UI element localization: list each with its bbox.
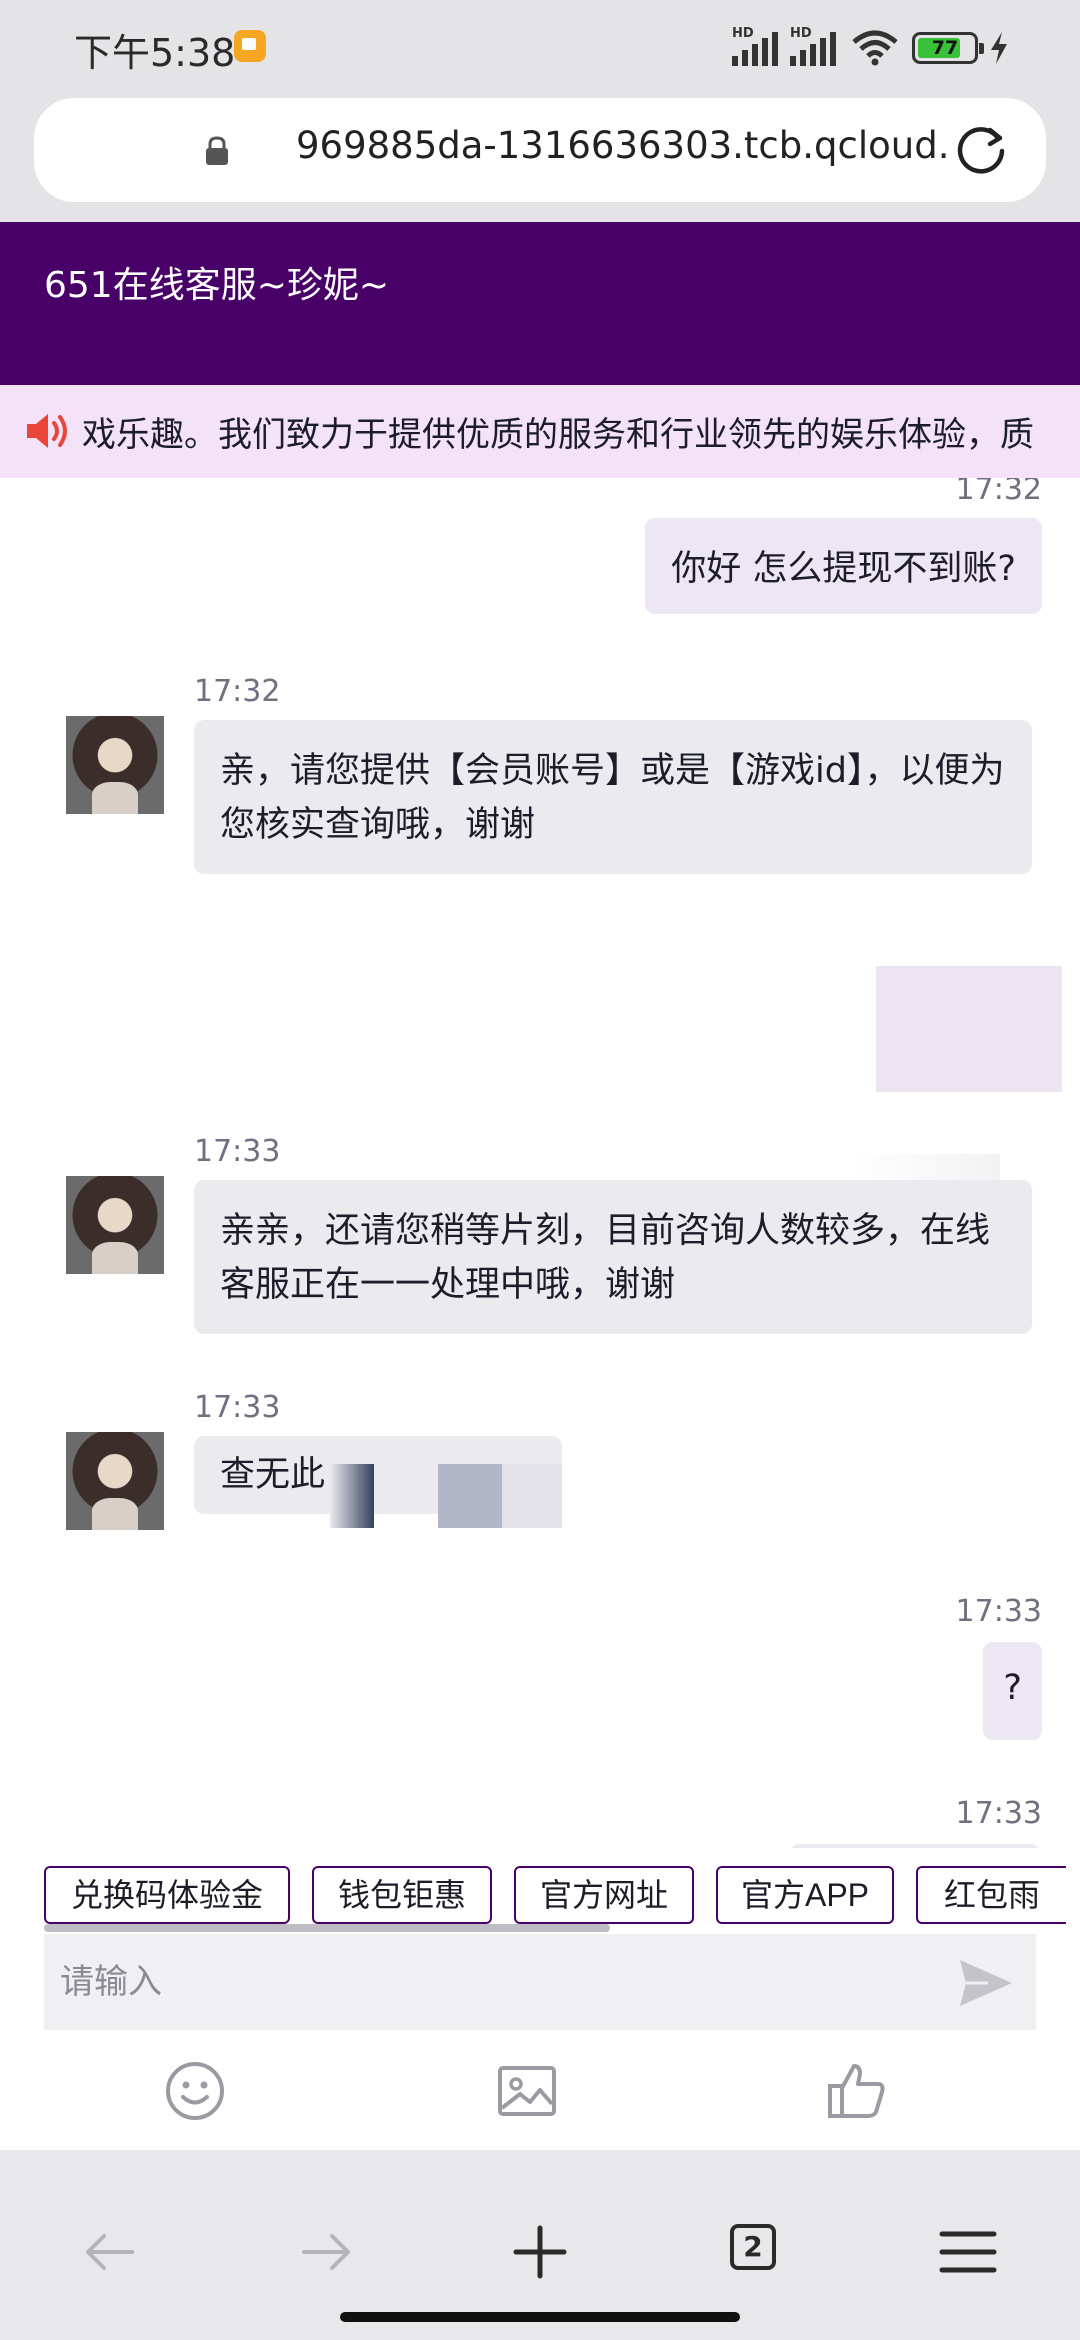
- signal-icon: [732, 30, 778, 66]
- image-icon[interactable]: [496, 2060, 558, 2122]
- address-bar[interactable]: 969885da-1316636303.tcb.qcloud.l: [34, 98, 1046, 202]
- quick-reply-button[interactable]: 钱包钜惠: [312, 1866, 492, 1924]
- message-time: 17:32: [194, 674, 281, 709]
- battery-icon: 77: [912, 32, 984, 64]
- quick-replies: 兑换码体验金 钱包钜惠 官方网址 官方APP 红包雨: [0, 1848, 1080, 1936]
- chat-area[interactable]: 17:32 你好 怎么提现不到账? 17:32 亲，请您提供【会员账号】或是【游…: [0, 478, 1080, 1848]
- message-time: 17:33: [194, 1134, 281, 1169]
- agent-message: 亲亲，还请您稍等片刻，目前咨询人数较多，在线客服正在一一处理中哦，谢谢: [194, 1180, 1032, 1334]
- forward-icon[interactable]: [296, 2222, 356, 2282]
- status-bar: 下午5:38 HD HD 77: [0, 0, 1080, 96]
- tabs-button[interactable]: 2: [730, 2224, 776, 2270]
- message-composer: [44, 1934, 1036, 2030]
- thumbs-up-icon[interactable]: [826, 2060, 888, 2122]
- page-title: 651在线客服~珍妮~: [44, 265, 390, 306]
- composer-tools: [0, 2030, 1080, 2150]
- status-time: 下午5:38: [74, 31, 236, 75]
- back-icon[interactable]: [80, 2222, 140, 2282]
- quick-reply-button[interactable]: 官方网址: [514, 1866, 694, 1924]
- agent-message: 亲，请您提供【会员账号】或是【游戏id】，以便为您核实查询哦，谢谢: [194, 720, 1032, 874]
- announcement-text: 戏乐趣。我们致力于提供优质的服务和行业领先的娱乐体验，质: [82, 415, 1034, 455]
- notification-icon: [234, 30, 266, 62]
- url-text[interactable]: 969885da-1316636303.tcb.qcloud.l: [296, 124, 946, 167]
- message-input[interactable]: [60, 1952, 920, 2012]
- quick-reply-button[interactable]: 红包雨: [916, 1866, 1066, 1924]
- speaker-icon: [27, 414, 67, 448]
- user-message: ?: [983, 1642, 1042, 1740]
- quick-reply-button[interactable]: 兑换码体验金: [44, 1866, 290, 1924]
- home-indicator[interactable]: [340, 2312, 740, 2322]
- message-time: 17:33: [955, 1594, 1042, 1629]
- new-tab-icon[interactable]: [510, 2222, 570, 2282]
- agent-avatar: [66, 1176, 164, 1274]
- signal-icon-2: [790, 30, 836, 66]
- agent-avatar: [66, 716, 164, 814]
- browser-toolbar: 969885da-1316636303.tcb.qcloud.l: [0, 96, 1080, 222]
- lock-icon: [206, 136, 228, 165]
- charging-icon: [991, 32, 1007, 64]
- agent-avatar: [66, 1432, 164, 1530]
- battery-percent: 77: [931, 37, 959, 59]
- quick-reply-button[interactable]: 官方APP: [716, 1866, 894, 1924]
- quick-replies-scrollbar[interactable]: [44, 1924, 610, 1932]
- user-message: 你好 怎么提现不到账?: [645, 518, 1042, 614]
- emoji-icon[interactable]: [164, 2060, 226, 2122]
- wifi-icon: [852, 30, 898, 66]
- reload-icon[interactable]: [952, 122, 1010, 180]
- message-time: 17:33: [955, 1796, 1042, 1831]
- send-icon[interactable]: [958, 1956, 1014, 2010]
- menu-icon[interactable]: [938, 2222, 998, 2282]
- user-message-blank: [876, 966, 1062, 1092]
- redaction: [330, 1464, 562, 1528]
- announcement-bar: 戏乐趣。我们致力于提供优质的服务和行业领先的娱乐体验，质: [0, 385, 1080, 478]
- message-time: 17:33: [194, 1390, 281, 1425]
- message-time: 17:32: [955, 478, 1042, 507]
- chat-header: 651在线客服~珍妮~: [0, 222, 1080, 385]
